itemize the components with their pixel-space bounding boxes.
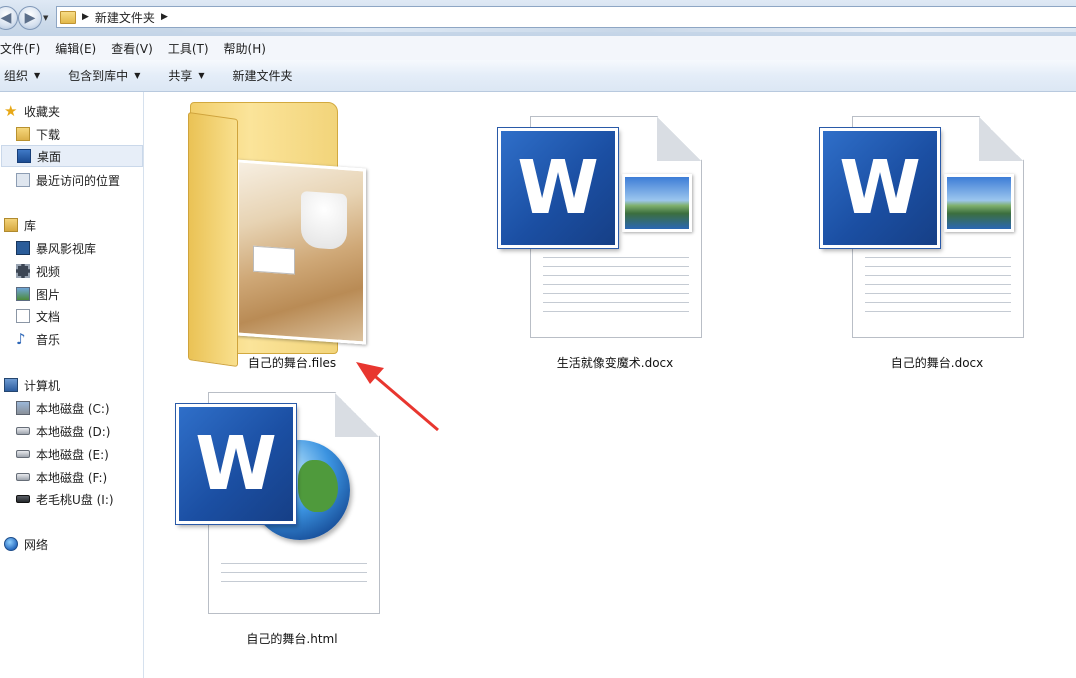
- sidebar-item-label: 文档: [36, 309, 61, 324]
- sidebar-item-label: 本地磁盘 (C:): [36, 401, 110, 416]
- sidebar-item-baofeng-library[interactable]: 暴风影视库: [16, 237, 96, 259]
- document-preview-image: [944, 174, 1014, 232]
- address-bar[interactable]: ▶ 新建文件夹 ▶: [56, 6, 1076, 28]
- menu-help[interactable]: 帮助(H): [224, 40, 266, 57]
- music-note-icon: ♪: [16, 330, 26, 348]
- sidebar-item-drive-c[interactable]: 本地磁盘 (C:): [16, 397, 110, 419]
- picture-icon: [16, 287, 30, 301]
- word-logo-icon: W: [820, 128, 940, 248]
- sidebar-item-pictures[interactable]: 图片: [16, 283, 60, 305]
- file-item-docx-2[interactable]: W: [818, 114, 1028, 344]
- sidebar-item-recent-places[interactable]: 最近访问的位置: [16, 169, 120, 191]
- folder-icon: [188, 102, 366, 368]
- navigation-pane: ★ 收藏夹 下载 桌面 最近访问的位置 库 暴风影视库 视频 图片 文档 ♪ 音…: [0, 92, 144, 678]
- downloads-folder-icon: [16, 127, 30, 141]
- sidebar-section-label: 库: [24, 218, 37, 233]
- sidebar-section-label: 计算机: [24, 378, 61, 393]
- chevron-down-icon: ▼: [198, 71, 205, 80]
- command-toolbar: 组织 ▼ 包含到库中 ▼ 共享 ▼ 新建文件夹: [0, 60, 1076, 92]
- sidebar-item-drive-e[interactable]: 本地磁盘 (E:): [16, 443, 109, 465]
- sidebar-item-downloads[interactable]: 下载: [16, 123, 60, 145]
- chevron-down-icon: ▼: [134, 71, 141, 80]
- sidebar-section-label: 收藏夹: [24, 104, 61, 119]
- file-name[interactable]: 自己的舞台.html: [246, 630, 337, 647]
- sidebar-item-drive-d[interactable]: 本地磁盘 (D:): [16, 420, 110, 442]
- sidebar-item-label: 暴风影视库: [36, 241, 97, 256]
- hard-drive-icon: [16, 450, 30, 458]
- usb-drive-icon: [16, 495, 30, 503]
- forward-arrow-icon: ▶: [24, 10, 36, 26]
- file-name[interactable]: 生活就像变魔术.docx: [557, 354, 673, 371]
- menu-tools[interactable]: 工具(T): [168, 40, 209, 57]
- history-dropdown-icon[interactable]: ▼: [43, 14, 48, 22]
- new-folder-label: 新建文件夹: [232, 69, 293, 83]
- sidebar-libraries[interactable]: 库: [4, 214, 36, 236]
- sidebar-computer[interactable]: 计算机: [4, 374, 60, 396]
- title-bar: ◀ ▶ ▼ ▶ 新建文件夹 ▶: [0, 0, 1076, 36]
- file-name[interactable]: 自己的舞台.files: [248, 354, 336, 371]
- recent-places-icon: [16, 173, 30, 187]
- sidebar-item-label: 桌面: [37, 149, 62, 164]
- sidebar-favorites[interactable]: ★ 收藏夹: [4, 100, 60, 122]
- hard-drive-icon: [16, 427, 30, 435]
- include-in-library-button[interactable]: 包含到库中 ▼: [68, 67, 140, 84]
- word-logo-icon: W: [498, 128, 618, 248]
- word-logo-icon: W: [176, 404, 296, 524]
- hard-drive-icon: [16, 473, 30, 481]
- sidebar-item-videos[interactable]: 视频: [16, 260, 60, 282]
- sidebar-item-label: 本地磁盘 (D:): [36, 424, 111, 439]
- file-item-docx-1[interactable]: W: [496, 114, 706, 344]
- new-folder-button[interactable]: 新建文件夹: [233, 67, 293, 84]
- share-label: 共享: [168, 69, 193, 83]
- chevron-down-icon: ▼: [34, 71, 41, 80]
- organize-button[interactable]: 组织 ▼: [4, 67, 40, 84]
- desktop-icon: [17, 149, 31, 163]
- breadcrumb-item[interactable]: 新建文件夹: [95, 9, 155, 26]
- menu-view[interactable]: 查看(V): [111, 40, 153, 57]
- file-item-folder[interactable]: [184, 98, 366, 376]
- file-view: 自己的舞台.files W 生活就像变魔术.docx W 自己的舞台.docx …: [144, 92, 1076, 678]
- sidebar-item-label: 本地磁盘 (E:): [36, 447, 109, 462]
- sidebar-item-label: 音乐: [36, 332, 61, 347]
- sidebar-item-documents[interactable]: 文档: [16, 305, 60, 327]
- network-globe-icon: [4, 537, 18, 551]
- menu-edit[interactable]: 编辑(E): [55, 40, 96, 57]
- breadcrumb-separator-icon[interactable]: ▶: [161, 12, 168, 22]
- annotation-arrow-icon: [356, 362, 439, 432]
- back-arrow-icon: ◀: [0, 10, 12, 26]
- video-library-icon: [16, 241, 30, 255]
- menu-file[interactable]: 文件(F): [0, 40, 40, 57]
- sidebar-item-label: 老毛桃U盘 (I:): [36, 492, 114, 507]
- system-drive-icon: [16, 401, 30, 415]
- sidebar-item-label: 图片: [36, 287, 61, 302]
- star-icon: ★: [4, 102, 18, 120]
- folder-icon: [60, 10, 76, 24]
- film-icon: [16, 264, 30, 278]
- menu-bar: 文件(F) 编辑(E) 查看(V) 工具(T) 帮助(H): [0, 36, 1076, 61]
- include-in-library-label: 包含到库中: [68, 69, 129, 83]
- sidebar-section-label: 网络: [24, 537, 49, 552]
- share-button[interactable]: 共享 ▼: [168, 67, 204, 84]
- computer-icon: [4, 378, 18, 392]
- file-name[interactable]: 自己的舞台.docx: [891, 354, 983, 371]
- sidebar-item-drive-f[interactable]: 本地磁盘 (F:): [16, 466, 107, 488]
- sidebar-item-label: 最近访问的位置: [36, 173, 121, 188]
- sidebar-network[interactable]: 网络: [4, 533, 48, 555]
- document-preview-image: [622, 174, 692, 232]
- back-button[interactable]: ◀: [0, 6, 18, 30]
- sidebar-item-usb-drive[interactable]: 老毛桃U盘 (I:): [16, 488, 114, 510]
- folder-preview-photo: [236, 159, 366, 345]
- library-icon: [4, 218, 18, 232]
- sidebar-item-label: 本地磁盘 (F:): [36, 470, 108, 485]
- sidebar-item-music[interactable]: ♪ 音乐: [16, 328, 60, 350]
- sidebar-item-desktop[interactable]: 桌面: [1, 145, 143, 167]
- breadcrumb-separator-icon[interactable]: ▶: [82, 12, 89, 22]
- forward-button[interactable]: ▶: [18, 6, 42, 30]
- document-icon: [16, 309, 30, 323]
- sidebar-item-label: 视频: [36, 264, 61, 279]
- sidebar-item-label: 下载: [36, 127, 61, 142]
- organize-label: 组织: [4, 69, 29, 83]
